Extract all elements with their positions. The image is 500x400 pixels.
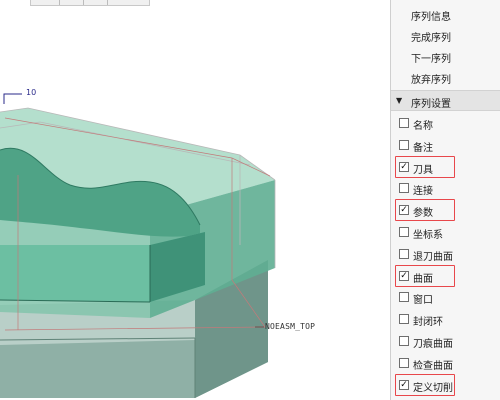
- checkbox-icon[interactable]: [399, 183, 409, 194]
- setting-label: 刀具: [413, 164, 433, 176]
- checkbox-checked-icon[interactable]: ✓: [399, 379, 409, 390]
- setting-label: 坐标系: [413, 230, 443, 241]
- setting-checkbox-item[interactable]: 退刀曲面: [391, 244, 500, 265]
- menu-item-sequence-info[interactable]: 序列信息: [391, 4, 500, 25]
- setting-checkbox-item[interactable]: 窗口: [391, 287, 500, 308]
- setting-label: 窗口: [413, 295, 433, 307]
- setting-checkbox-item[interactable]: 刀痕曲面: [391, 331, 500, 352]
- checkbox-icon[interactable]: [399, 139, 409, 150]
- setting-checkbox-item[interactable]: 封闭环: [391, 309, 500, 330]
- section-header-sequence-settings[interactable]: ▼ 序列设置: [391, 90, 500, 111]
- setting-label: 刀痕曲面: [413, 339, 453, 350]
- setting-checkbox-item[interactable]: 备注: [391, 135, 500, 156]
- dimension-leader: [3, 93, 22, 104]
- setting-checkbox-item[interactable]: 连接: [391, 178, 500, 199]
- setting-label: 连接: [413, 186, 433, 198]
- setting-label: 定义切削: [413, 382, 453, 394]
- checkbox-icon[interactable]: [399, 357, 409, 368]
- checkbox-checked-icon[interactable]: ✓: [399, 270, 409, 281]
- datum-plane-label[interactable]: NOEASM_TOP: [265, 322, 315, 331]
- setting-label: 封闭环: [413, 317, 443, 329]
- checkbox-icon[interactable]: [399, 314, 409, 325]
- setting-label: 备注: [413, 142, 433, 154]
- checkbox-icon[interactable]: [399, 118, 409, 128]
- setting-label: 名称: [413, 121, 433, 132]
- setting-checkbox-item[interactable]: ✓ 定义切削: [391, 373, 500, 396]
- setting-label: 退刀曲面: [413, 251, 453, 263]
- menu-item-abort-sequence[interactable]: 放弃序列: [391, 67, 500, 88]
- setting-checkbox-item[interactable]: 名称: [391, 113, 500, 134]
- setting-checkbox-item[interactable]: 检查曲面: [391, 353, 500, 374]
- triangle-down-icon: ▼: [396, 96, 403, 105]
- setting-label: 曲面: [413, 273, 433, 285]
- checkbox-icon[interactable]: [399, 336, 409, 346]
- checkbox-checked-icon[interactable]: ✓: [399, 205, 409, 216]
- checkbox-checked-icon[interactable]: ✓: [399, 161, 409, 172]
- setting-label: 参数: [413, 208, 433, 220]
- menu-item-finish-sequence[interactable]: 完成序列: [391, 25, 500, 46]
- setting-checkbox-item[interactable]: 坐标系: [391, 222, 500, 243]
- view-toolbar[interactable]: [30, 0, 150, 6]
- setting-checkbox-item[interactable]: ✓ 曲面: [391, 264, 500, 287]
- toolbar-separator: [59, 0, 71, 5]
- sequence-menu-panel: 序列信息 完成序列 下一序列 放弃序列 ▼ 序列设置 名称备注 ✓ 刀具连接 ✓ 参数坐…: [390, 0, 500, 400]
- toolbar-separator: [83, 0, 95, 5]
- model-viewport[interactable]: 10 NOEASM_TOP: [0, 0, 390, 400]
- setting-label: 检查曲面: [413, 360, 453, 372]
- dimension-value[interactable]: 10: [26, 88, 36, 97]
- setting-checkbox-item[interactable]: ✓ 参数: [391, 199, 500, 222]
- toolbar-separator: [107, 0, 119, 5]
- menu-item-next-sequence[interactable]: 下一序列: [391, 46, 500, 67]
- checkbox-icon[interactable]: [399, 227, 409, 237]
- checkbox-icon[interactable]: [399, 248, 409, 259]
- setting-checkbox-item[interactable]: ✓ 刀具: [391, 155, 500, 178]
- checkbox-icon[interactable]: [399, 292, 409, 303]
- model-view-graphic: [0, 93, 276, 398]
